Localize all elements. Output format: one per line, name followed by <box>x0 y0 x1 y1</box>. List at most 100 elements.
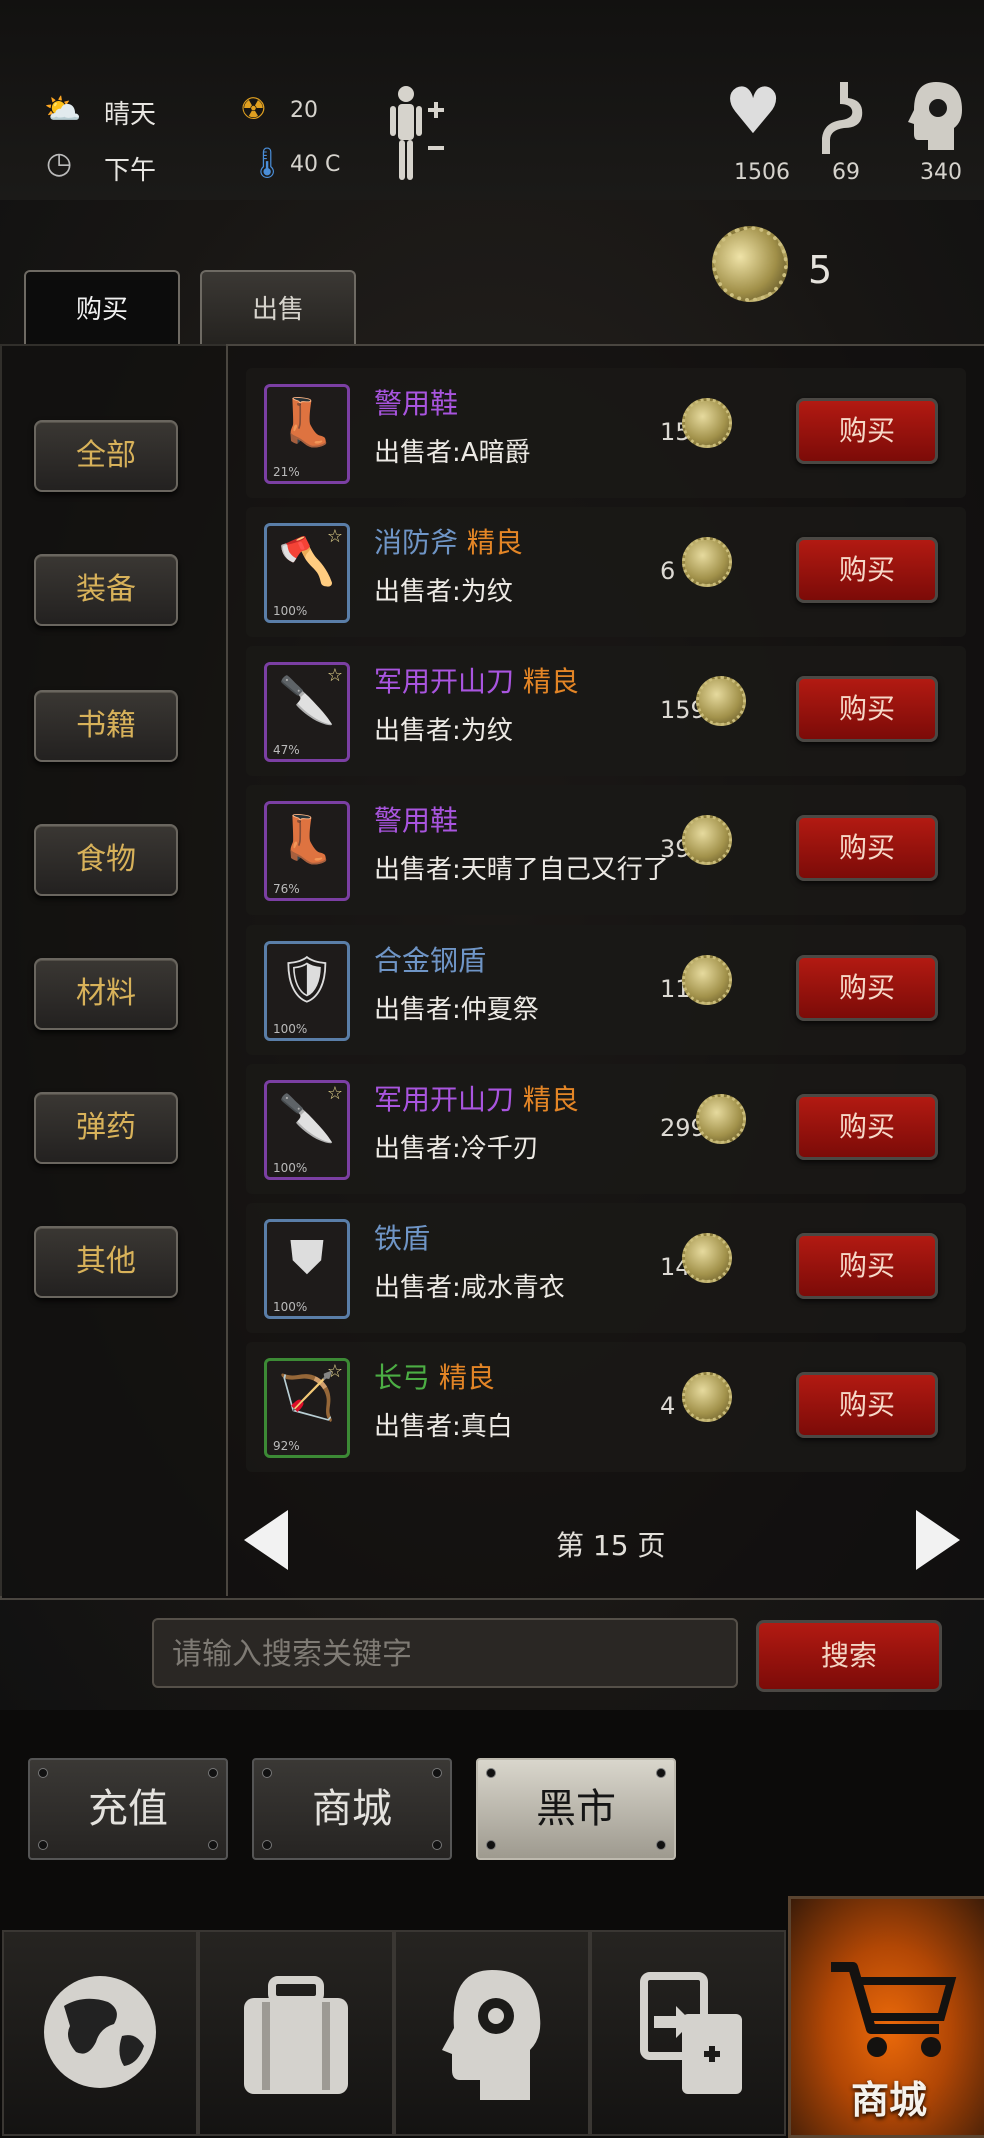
item-durability: 100% <box>273 1300 308 1314</box>
star-icon: ☆ <box>326 665 343 686</box>
item-icon-frame[interactable]: 👢 76% <box>264 801 350 901</box>
item-seller: 出售者:冷千刃 <box>374 1134 539 1164</box>
buy-button[interactable]: 购买 <box>796 955 938 1021</box>
item-quality: 精良 <box>466 526 523 559</box>
star-icon: ☆ <box>326 526 343 547</box>
store-tab-black-market-label: 黑市 <box>536 1786 616 1832</box>
bottlecap-coin-icon <box>682 815 732 865</box>
item-name-line: 警用鞋 <box>374 799 458 839</box>
buy-button[interactable]: 购买 <box>796 537 938 603</box>
radiation-value: 20 <box>290 98 318 123</box>
item-durability: 100% <box>273 604 308 618</box>
item-name: 军用开山刀 <box>374 665 515 698</box>
currency-amount: 5 <box>808 248 833 292</box>
boots-icon: 👢 <box>278 395 336 449</box>
suitcase-icon <box>244 1976 348 2094</box>
store-tab-mall[interactable]: 商城 <box>252 1758 452 1860</box>
boots-icon: 👢 <box>278 812 336 866</box>
item-row: 👢 21% 警用鞋 出售者:A暗爵 15 购买 <box>246 368 966 498</box>
item-icon-frame[interactable]: ⛊ 100% <box>264 1219 350 1319</box>
item-quality: 精良 <box>522 1083 579 1116</box>
weather-icon: ⛅ <box>44 92 82 127</box>
item-icon-frame[interactable]: 👢 21% <box>264 384 350 484</box>
previous-page-arrow-icon[interactable] <box>244 1510 288 1570</box>
weather-text: 晴天 <box>104 100 157 130</box>
next-page-arrow-icon[interactable] <box>916 1510 960 1570</box>
round-shield-icon: ⛊ <box>289 1230 325 1284</box>
mind-value: 340 <box>920 160 962 185</box>
item-row: ⛊ 100% 铁盾 出售者:咸水青衣 14 购买 <box>246 1203 966 1333</box>
buy-button[interactable]: 购买 <box>796 398 938 464</box>
item-row: 🔪 ☆ 47% 军用开山刀 精良 出售者:为纹 159 购买 <box>246 646 966 776</box>
buy-button[interactable]: 购买 <box>796 1233 938 1299</box>
search-input[interactable]: 请输入搜索关键字 <box>152 1618 738 1688</box>
nav-trade-button[interactable] <box>590 1930 786 2136</box>
heart-icon: ♥ <box>724 75 782 149</box>
tab-buy[interactable]: 购买 <box>24 270 180 346</box>
globe-icon <box>44 1976 156 2088</box>
category-all-button[interactable]: 全部 <box>34 420 178 492</box>
body-status-icon[interactable] <box>388 84 458 184</box>
temperature-value: 40 C <box>290 152 341 177</box>
star-icon: ☆ <box>326 1083 343 1104</box>
item-seller: 出售者:为纹 <box>374 716 513 746</box>
buy-button[interactable]: 购买 <box>796 1372 938 1438</box>
store-tab-mall-label: 商城 <box>312 1786 392 1832</box>
item-row: 🪓 ☆ 100% 消防斧 精良 出售者:为纹 6 购买 <box>246 507 966 637</box>
search-button[interactable]: 搜索 <box>756 1620 942 1692</box>
tab-sell[interactable]: 出售 <box>200 270 356 346</box>
health-value: 1506 <box>734 160 790 185</box>
item-durability: 100% <box>273 1161 308 1175</box>
item-icon-frame[interactable]: 🔪 ☆ 47% <box>264 662 350 762</box>
nav-shop-button[interactable]: 商城 <box>788 1896 984 2138</box>
shopping-cart-icon <box>831 1962 957 2057</box>
mind-head-icon <box>906 78 966 158</box>
time-text: 下午 <box>104 156 157 186</box>
item-name-line: 军用开山刀 精良 <box>374 660 579 700</box>
item-name-line: 军用开山刀 精良 <box>374 1078 579 1118</box>
item-icon-frame[interactable]: 🪓 ☆ 100% <box>264 523 350 623</box>
category-ammo-button[interactable]: 弹药 <box>34 1092 178 1164</box>
category-materials-button[interactable]: 材料 <box>34 958 178 1030</box>
item-price: 4 <box>660 1392 676 1420</box>
brain-head-icon <box>442 1970 541 2100</box>
item-icon-frame[interactable]: 🛡 100% <box>264 941 350 1041</box>
item-icon-frame[interactable]: 🏹 ☆ 92% <box>264 1358 350 1458</box>
item-durability: 47% <box>273 743 300 757</box>
item-name: 铁盾 <box>374 1222 431 1255</box>
buy-button[interactable]: 购买 <box>796 815 938 881</box>
item-seller: 出售者:真白 <box>374 1412 513 1442</box>
item-row: 👢 76% 警用鞋 出售者:天晴了自己又行了 39 购买 <box>246 785 966 915</box>
item-name-line: 消防斧 精良 <box>374 521 523 561</box>
category-books-button[interactable]: 书籍 <box>34 690 178 762</box>
buy-button[interactable]: 购买 <box>796 1094 938 1160</box>
store-tab-recharge[interactable]: 充值 <box>28 1758 228 1860</box>
item-name-line: 合金钢盾 <box>374 939 486 979</box>
store-tab-black-market[interactable]: 黑市 <box>476 1758 676 1860</box>
shield-icon: 🛡 <box>277 952 337 1006</box>
thermometer-icon: 🌡 <box>248 146 287 181</box>
status-bar: ⛅ 晴天 ◷ 下午 ☢ 20 🌡 40 C ♥ 1506 69 340 <box>0 0 984 203</box>
category-food-button[interactable]: 食物 <box>34 824 178 896</box>
item-name-line: 铁盾 <box>374 1217 430 1257</box>
stomach-icon <box>820 78 870 158</box>
item-durability: 100% <box>273 1022 308 1036</box>
item-seller: 出售者:咸水青衣 <box>374 1273 565 1303</box>
exchange-icon <box>640 1972 742 2094</box>
category-equipment-button[interactable]: 装备 <box>34 554 178 626</box>
store-tab-recharge-label: 充值 <box>88 1786 168 1832</box>
bottlecap-coin-icon <box>682 1372 732 1422</box>
nav-skills-button[interactable] <box>394 1930 590 2136</box>
item-row: 🔪 ☆ 100% 军用开山刀 精良 出售者:冷千刃 299 购买 <box>246 1064 966 1194</box>
item-durability: 21% <box>273 465 300 479</box>
item-seller: 出售者:为纹 <box>374 577 513 607</box>
item-durability: 76% <box>273 882 300 896</box>
category-other-button[interactable]: 其他 <box>34 1226 178 1298</box>
buy-button[interactable]: 购买 <box>796 676 938 742</box>
nav-map-button[interactable] <box>2 1930 198 2136</box>
item-icon-frame[interactable]: 🔪 ☆ 100% <box>264 1080 350 1180</box>
item-name-line: 警用鞋 <box>374 382 458 422</box>
item-seller: 出售者:天晴了自己又行了 <box>374 855 669 885</box>
bottlecap-coin-icon <box>682 955 732 1005</box>
nav-inventory-button[interactable] <box>198 1930 394 2136</box>
